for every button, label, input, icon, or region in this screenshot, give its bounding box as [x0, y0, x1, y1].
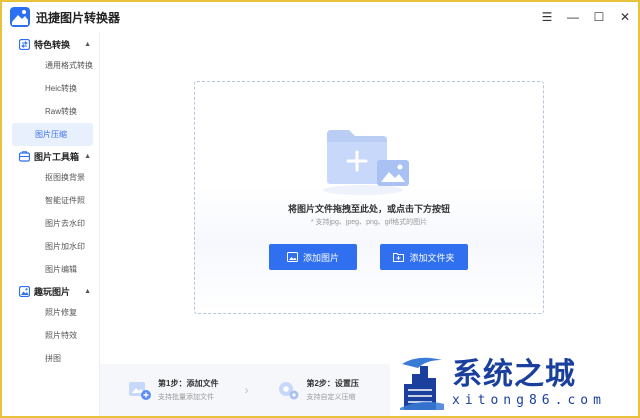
drop-zone-hint: * 支持jpg、jpeg、png、gif格式的图片	[310, 219, 428, 226]
sidebar-group-fun[interactable]: 趣玩图片 ▲	[2, 281, 99, 301]
chevron-right-icon: ›	[244, 383, 249, 397]
sidebar-group-label: 趣玩图片	[34, 286, 71, 297]
sidebar-group-special-convert[interactable]: 特色转换 ▲	[2, 34, 99, 54]
maximize-icon[interactable]: ☐	[586, 2, 612, 32]
watermark-url: xitong86.com	[452, 392, 606, 408]
step-1: 第1步：添加文件 支持批量添加文件	[128, 378, 218, 402]
sidebar-item-compress[interactable]: 图片压缩	[12, 123, 93, 146]
app-title: 迅捷图片转换器	[36, 10, 121, 25]
step-1-desc: 支持批量添加文件	[158, 394, 214, 401]
sidebar-item-photo-repair[interactable]: 照片修复	[12, 301, 93, 324]
step-1-title: 第1步：添加文件	[158, 379, 219, 388]
drop-zone[interactable]: 将图片文件拖拽至此处，或点击下方按钮 * 支持jpg、jpeg、png、gif格…	[194, 81, 544, 314]
step-2-desc: 支持自定义压缩	[306, 394, 356, 401]
sidebar-group-toolbox[interactable]: 图片工具箱 ▲	[2, 146, 99, 166]
sidebar-item-edit[interactable]: 图片编辑	[12, 258, 93, 281]
site-watermark: 系统之城 xitong86.com	[390, 350, 638, 416]
sidebar-item-collage[interactable]: 拼图	[12, 347, 93, 370]
add-folder-label: 添加文件夹	[409, 252, 455, 263]
title-bar: 迅捷图片转换器 ☰ — ☐ ✕	[2, 2, 638, 32]
fun-image-icon	[19, 285, 30, 297]
step-2-title: 第2步：设置压	[306, 379, 359, 388]
city-logo-icon	[400, 357, 444, 410]
drop-zone-title: 将图片文件拖拽至此处，或点击下方按钮	[287, 204, 450, 214]
app-logo-icon	[10, 7, 30, 27]
close-icon[interactable]: ✕	[612, 2, 638, 32]
sidebar-item-cutout[interactable]: 抠图换背景	[12, 166, 93, 189]
settings-gear-icon	[279, 382, 299, 400]
folder-image-icon	[323, 130, 409, 195]
convert-icon	[19, 38, 30, 50]
chevron-up-icon: ▲	[84, 152, 91, 160]
chevron-up-icon: ▲	[84, 40, 91, 48]
sidebar-item-photo-effects[interactable]: 照片特效	[12, 324, 93, 347]
sidebar: 特色转换 ▲ 通用格式转换 Heic转换 Raw转换 图片压缩 图片工具箱 ▲ …	[2, 32, 100, 416]
sidebar-item-general-format[interactable]: 通用格式转换	[12, 54, 93, 77]
sidebar-group-label: 特色转换	[34, 39, 71, 50]
add-image-button[interactable]: 添加图片	[269, 244, 357, 270]
watermark-title: 系统之城	[452, 356, 576, 392]
toolbox-icon	[19, 150, 30, 162]
sidebar-item-heic[interactable]: Heic转换	[12, 77, 93, 100]
add-folder-button[interactable]: 添加文件夹	[380, 244, 468, 270]
minimize-icon[interactable]: —	[560, 2, 586, 32]
folder-plus-icon	[393, 253, 405, 262]
sidebar-item-id-photo[interactable]: 智能证件照	[12, 189, 93, 212]
step-2: 第2步：设置压 支持自定义压缩	[276, 378, 359, 402]
sidebar-item-remove-watermark[interactable]: 图片去水印	[12, 212, 93, 235]
window-controls: ☰ — ☐ ✕	[534, 2, 638, 32]
add-file-icon	[129, 382, 151, 400]
image-icon	[286, 252, 298, 262]
app-window: 迅捷图片转换器 ☰ — ☐ ✕ 特色转换 ▲ 通用格式转换 Heic转换 Raw…	[0, 0, 640, 418]
sidebar-item-raw[interactable]: Raw转换	[12, 100, 93, 123]
sidebar-item-add-watermark[interactable]: 图片加水印	[12, 235, 93, 258]
sidebar-group-label: 图片工具箱	[34, 151, 80, 162]
add-image-label: 添加图片	[302, 252, 339, 263]
menu-icon[interactable]: ☰	[534, 2, 560, 32]
chevron-up-icon: ▲	[84, 287, 91, 295]
